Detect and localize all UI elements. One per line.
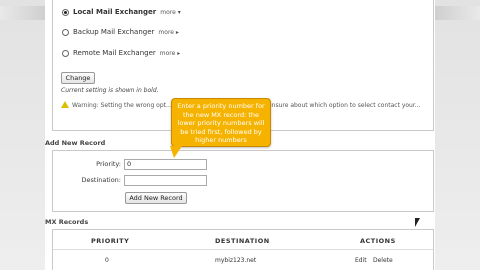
mouse-pointer-icon [415, 218, 420, 227]
more-link[interactable]: more ▾ [160, 9, 180, 16]
delete-link[interactable]: Delete [373, 257, 393, 264]
option-label: Local Mail Exchanger [73, 8, 157, 16]
add-new-record-title: Add New Record [45, 139, 106, 147]
option-remote-mail-exchanger[interactable]: Remote Mail Exchanger more ▸ [62, 49, 180, 57]
row-destination: mybiz123.net [215, 257, 257, 264]
mx-records-title: MX Records [45, 218, 89, 226]
more-link[interactable]: more ▸ [158, 29, 178, 36]
right-background-margin [435, 0, 480, 270]
priority-label: Priority: [96, 160, 121, 168]
header-priority: Priority [91, 237, 130, 245]
option-local-mail-exchanger[interactable]: Local Mail Exchanger more ▾ [62, 8, 181, 16]
priority-tooltip: Enter a priority number for the new MX r… [171, 98, 271, 147]
change-button[interactable]: Change [61, 72, 95, 84]
option-label: Backup Mail Exchanger [73, 28, 155, 36]
priority-input[interactable]: 0 [124, 159, 207, 170]
mx-records-table: Priority Destination Actions 0 mybiz123.… [52, 229, 434, 270]
destination-label: Destination: [81, 176, 122, 184]
table-header: Priority Destination Actions [53, 230, 433, 250]
destination-input[interactable] [124, 175, 207, 186]
header-destination: Destination [215, 237, 270, 245]
option-label: Remote Mail Exchanger [73, 49, 156, 57]
left-background-margin [0, 0, 45, 270]
row-priority: 0 [105, 257, 109, 264]
add-new-record-panel: Priority: 0 Destination: Add New Record [52, 150, 434, 212]
tooltip-pointer [170, 146, 182, 158]
radio-backup[interactable] [62, 28, 69, 36]
radio-local[interactable] [62, 8, 69, 16]
add-new-record-button[interactable]: Add New Record [125, 192, 187, 204]
warning-icon [61, 101, 69, 108]
current-setting-note: Current setting is shown in bold. [61, 87, 159, 94]
more-link[interactable]: more ▸ [160, 50, 180, 57]
header-actions: Actions [360, 237, 396, 245]
radio-remote[interactable] [62, 49, 69, 57]
option-backup-mail-exchanger[interactable]: Backup Mail Exchanger more ▸ [62, 28, 179, 36]
edit-link[interactable]: Edit [355, 257, 367, 264]
